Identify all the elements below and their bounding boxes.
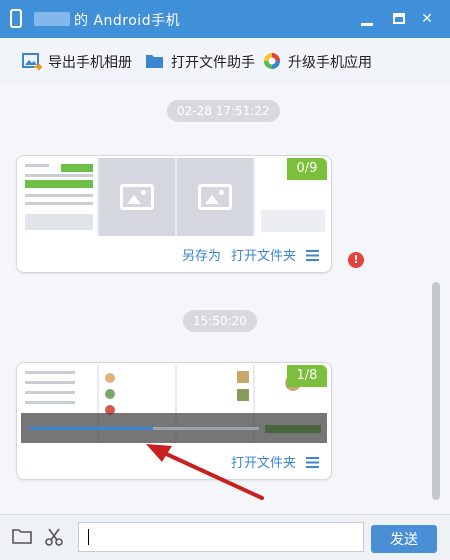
maximize-button[interactable]	[388, 8, 410, 30]
menu-icon[interactable]	[306, 250, 319, 261]
photo-thumbnail[interactable]	[21, 158, 97, 236]
window-title: 的 Android手机	[74, 13, 181, 29]
close-icon: ✕	[421, 11, 433, 27]
open-file-assistant-label: 打开文件助手	[171, 55, 255, 71]
photo-thumbnail[interactable]	[177, 158, 253, 236]
photo-count-badge: 0/9	[287, 158, 327, 180]
photo-thumbnail-strip[interactable]	[21, 158, 327, 236]
title-bar[interactable]: 的 Android手机 ✕	[0, 0, 450, 38]
app-window: 的 Android手机 ✕ 导出手机相册 打开文件助手 升级手机应用 02-28…	[0, 0, 450, 560]
photo-message-bubble: 1/8 打开文件夹	[16, 362, 332, 480]
image-placeholder-icon	[120, 184, 154, 210]
send-button[interactable]: 发送	[371, 525, 437, 553]
export-photos-label: 导出手机相册	[48, 55, 132, 71]
scrollbar-thumb[interactable]	[432, 282, 440, 500]
photo-thumbnail-strip[interactable]	[21, 365, 327, 443]
photo-count-badge: 1/8	[287, 365, 327, 387]
message-timestamp: 15:50:20	[183, 310, 257, 332]
maximize-icon	[393, 13, 405, 24]
phone-icon	[10, 9, 22, 28]
upgrade-app-icon	[264, 53, 280, 69]
open-folder-link[interactable]: 打开文件夹	[231, 456, 296, 471]
image-placeholder-icon	[198, 184, 232, 210]
close-button[interactable]: ✕	[416, 8, 438, 30]
folder-icon	[146, 55, 163, 68]
message-timestamp: 02-28 17:51:22	[167, 100, 280, 122]
save-as-link[interactable]: 另存为	[182, 249, 221, 264]
message-actions: 另存为 打开文件夹	[172, 245, 319, 264]
photo-thumbnail[interactable]	[99, 158, 175, 236]
blurred-device-name	[34, 12, 70, 26]
minimize-icon	[361, 23, 373, 26]
folder-icon[interactable]	[12, 528, 32, 544]
upgrade-apps-label: 升级手机应用	[288, 55, 372, 71]
message-actions: 打开文件夹	[221, 452, 319, 471]
minimize-button[interactable]	[356, 8, 378, 30]
export-photos-icon	[22, 53, 42, 71]
open-folder-link[interactable]: 打开文件夹	[231, 249, 296, 264]
message-input[interactable]	[78, 522, 364, 552]
text-caret	[88, 529, 89, 545]
menu-icon[interactable]	[306, 457, 319, 468]
input-bar: 发送	[0, 514, 450, 560]
scissors-icon[interactable]	[44, 527, 64, 547]
transfer-progress-fill	[29, 427, 153, 430]
toolbar: 导出手机相册 打开文件助手 升级手机应用	[0, 38, 450, 85]
photo-message-bubble: 0/9 另存为 打开文件夹	[16, 155, 332, 273]
error-icon[interactable]: !	[348, 252, 364, 268]
